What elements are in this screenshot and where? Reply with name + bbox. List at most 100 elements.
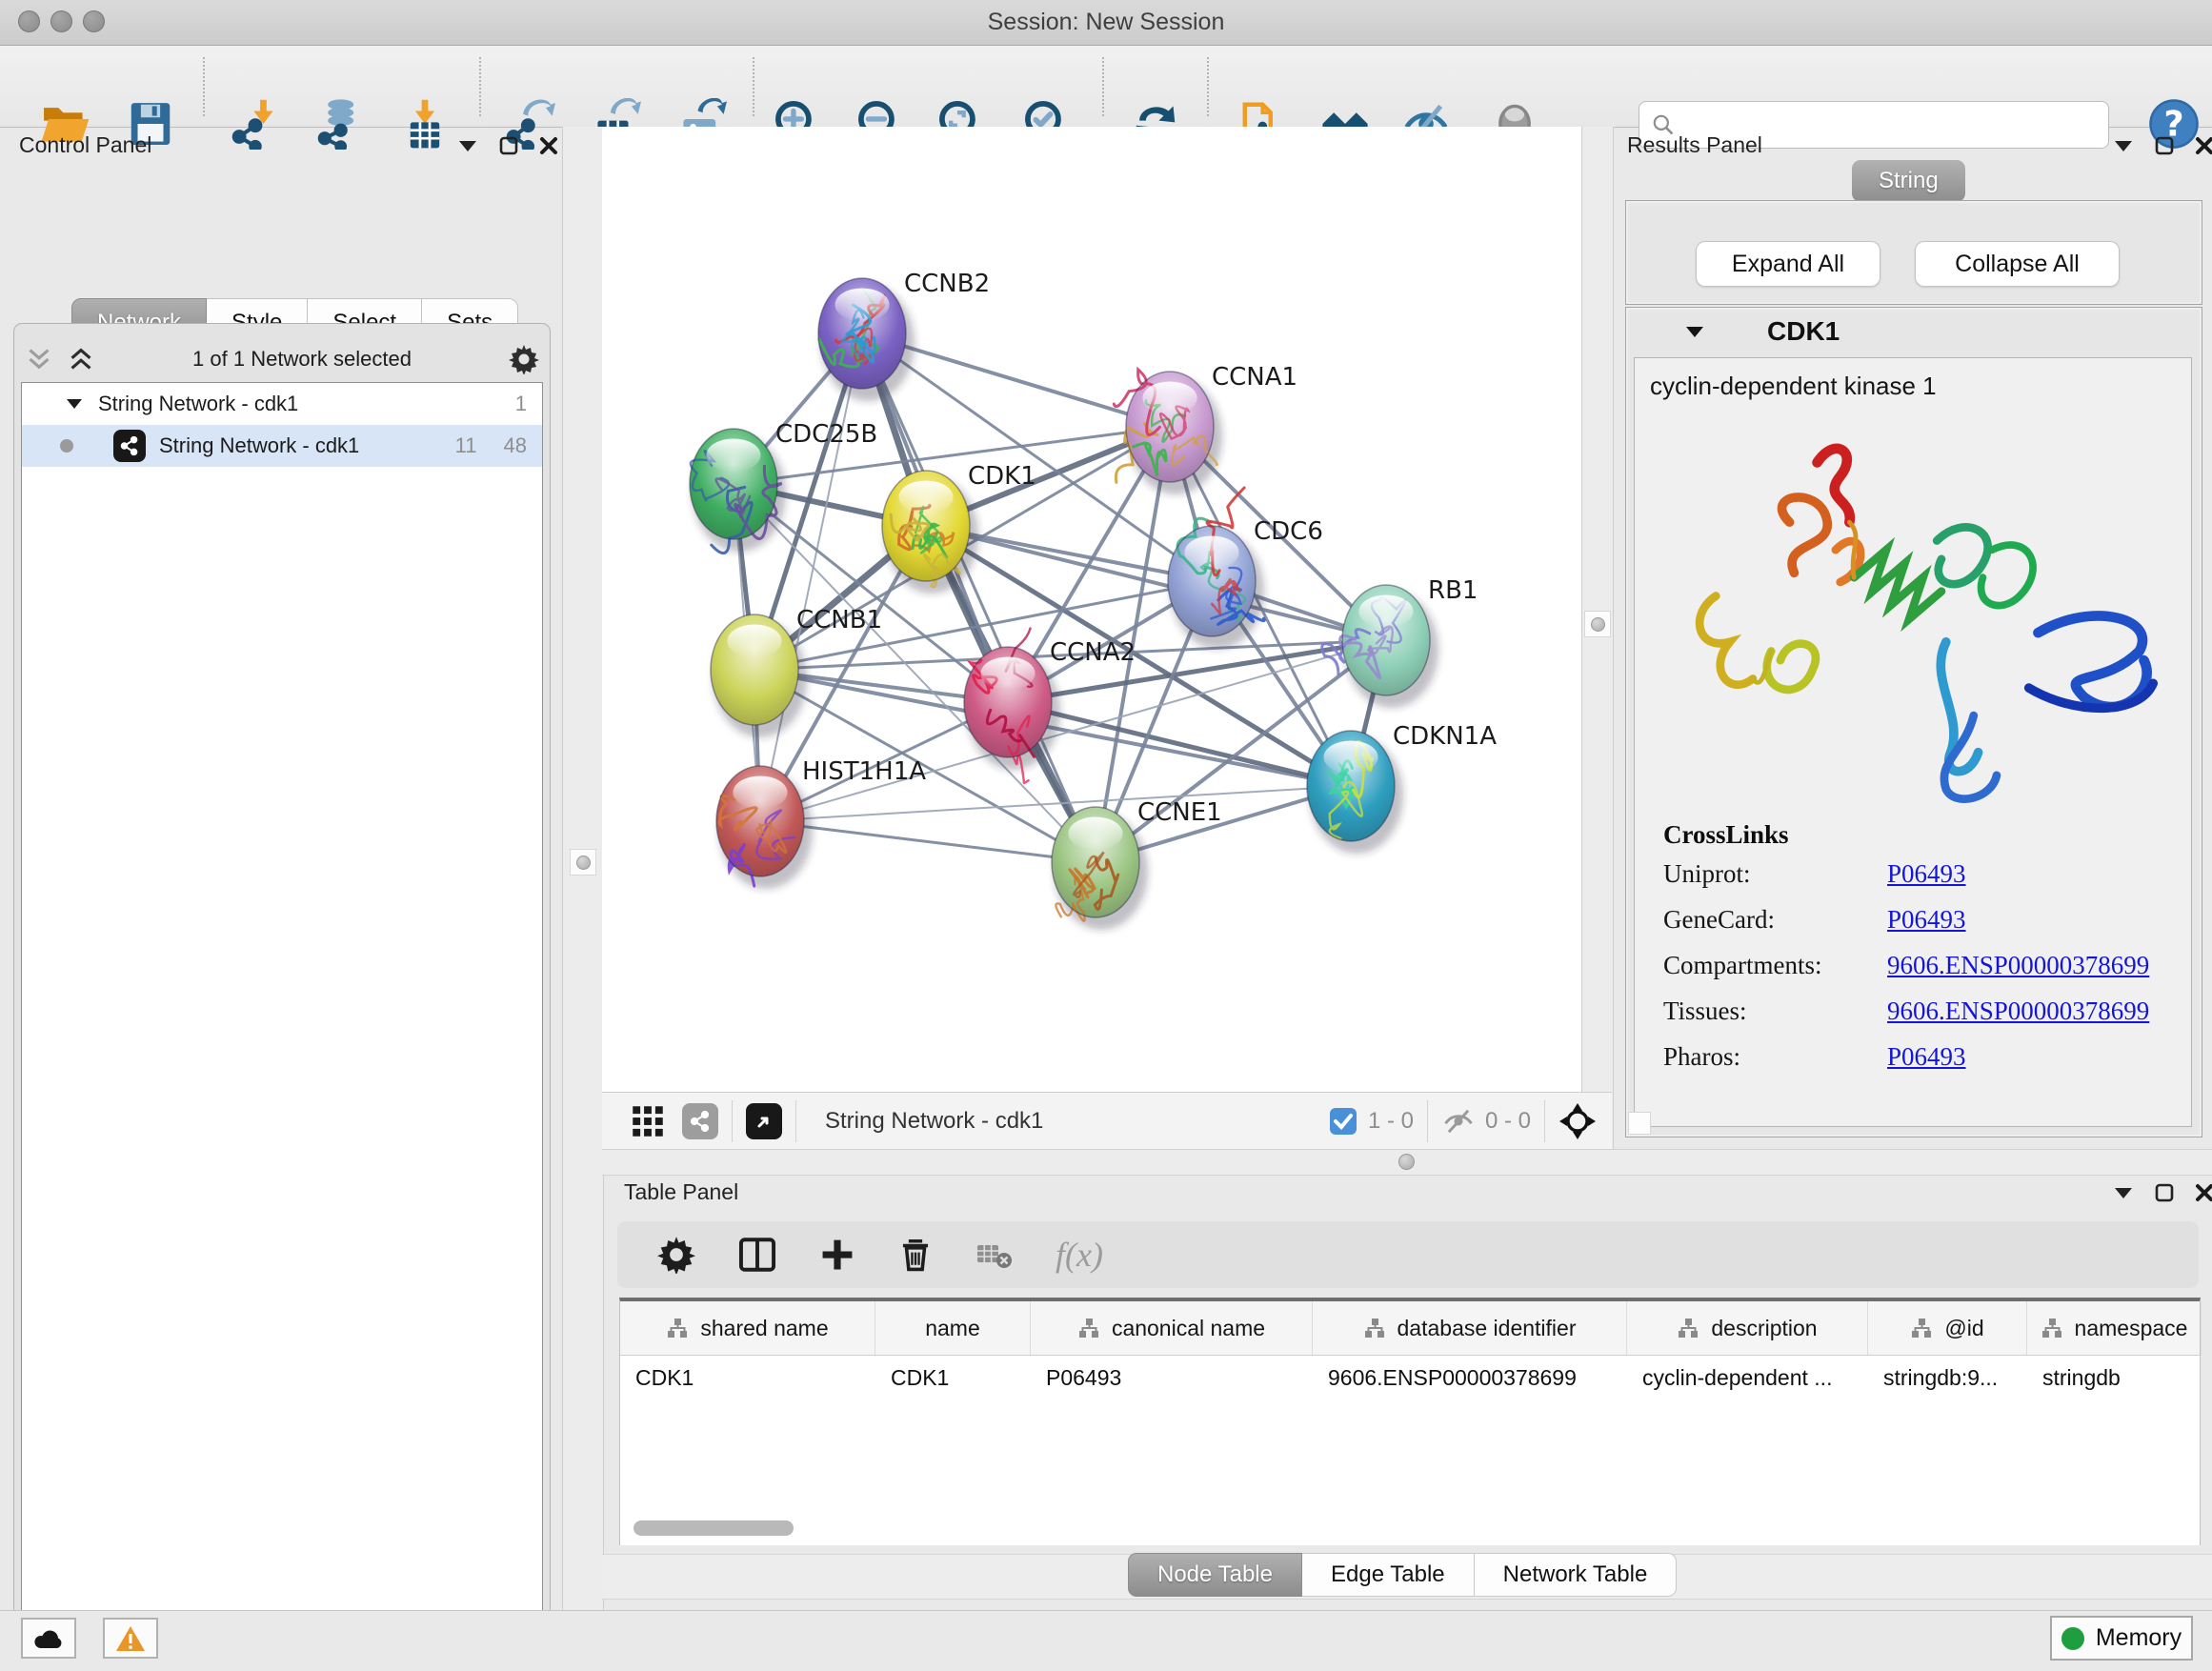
network-node-CCNB1[interactable]: CCNB1 [711,606,882,737]
right-splitter-handle[interactable] [1584,611,1611,637]
table-cell[interactable]: stringdb [2027,1365,2202,1391]
crosslink-link[interactable]: 9606.ENSP00000378699 [1887,997,2149,1026]
crosslink-label: Uniprot: [1663,859,1887,889]
tab-edge-table[interactable]: Edge Table [1302,1553,1475,1597]
warnings-status-button[interactable] [103,1618,158,1659]
network-node-HIST1H1A[interactable]: HIST1H1A [716,757,926,889]
float-panel-icon[interactable] [2155,1183,2174,1202]
results-entry-box: CDK1 cyclin-dependent kinase 1 [1625,307,2202,1137]
close-panel-icon[interactable] [539,136,558,155]
expand-all-networks-icon[interactable] [67,347,95,372]
float-panel-icon[interactable] [499,136,518,155]
column-label: name [925,1316,980,1341]
table-panel-title: Table Panel [624,1179,738,1205]
crosslink-link[interactable]: P06493 [1887,1042,1966,1072]
column-header-name[interactable]: name [875,1301,1031,1355]
close-panel-icon[interactable] [2195,1183,2212,1202]
table-horizontal-scrollbar[interactable] [626,1520,2188,1538]
application-window: Session: New Session [0,0,2212,1671]
collection-expander-icon[interactable] [66,398,83,410]
table-cell[interactable]: CDK1 [875,1365,1031,1391]
delete-column-icon[interactable] [897,1237,934,1273]
network-node-RB1[interactable]: RB1 [1322,576,1478,708]
column-header-canonical-name[interactable]: canonical name [1031,1301,1313,1355]
float-panel-icon[interactable] [2155,136,2174,155]
tab-node-table[interactable]: Node Table [1128,1553,1302,1597]
crosslink-row: Compartments:9606.ENSP00000378699 [1663,951,2191,980]
column-header-database-identifier[interactable]: database identifier [1313,1301,1627,1355]
birdseye-navigator-icon[interactable] [1558,1102,1597,1140]
results-panel-title: Results Panel [1627,132,1762,158]
status-bar: Memory [0,1610,2212,1671]
column-label: @id [1944,1316,1983,1341]
left-splitter[interactable] [562,127,604,1610]
table-row[interactable]: CDK1CDK1P064939606.ENSP00000378699cyclin… [620,1356,2200,1399]
column-header-id[interactable]: @id [1868,1301,2027,1355]
network-view-canvas[interactable]: CCNB2CCNA1CDC25BCDK1CDC6RB1CCNB1CCNA2CDK… [602,127,1581,1092]
tab-network-table[interactable]: Network Table [1475,1553,1678,1597]
tab-string[interactable]: String [1852,160,1965,202]
network-node-CCNE1[interactable]: CCNE1 [1052,798,1222,930]
crosslink-label: Compartments: [1663,951,1887,980]
collection-count: 1 [515,392,527,416]
panel-menu-icon[interactable] [457,139,478,152]
table-options-gear-icon[interactable] [657,1236,695,1274]
network-share-view-icon[interactable] [682,1103,718,1139]
network-node-CCNA1[interactable]: CCNA1 [1114,363,1297,494]
warning-icon [115,1625,146,1652]
hidden-elements-eye-icon[interactable] [1441,1107,1476,1136]
horizontal-splitter-handle[interactable] [1398,1154,1415,1170]
collapse-all-button[interactable]: Collapse All [1915,241,2120,287]
show-columns-icon[interactable] [737,1235,777,1275]
protein-structure-image [1642,405,2185,815]
table-cell[interactable]: CDK1 [620,1365,875,1391]
memory-button[interactable]: Memory [2050,1616,2193,1661]
scrollbar-thumb[interactable] [633,1520,794,1536]
crosslink-row: Pharos:P06493 [1663,1042,2191,1072]
network-node-CCNB2[interactable]: CCNB2 [818,270,990,401]
crosslinks-title: CrossLinks [1663,820,2191,850]
node-label: CDKN1A [1393,722,1497,751]
crosslink-link[interactable]: P06493 [1887,859,1966,889]
entry-gene-name: CDK1 [1767,316,1840,347]
table-cell[interactable]: stringdb:9... [1868,1365,2027,1391]
grid-view-icon[interactable] [631,1104,665,1138]
entry-header[interactable]: CDK1 [1626,308,2202,355]
left-splitter-handle[interactable] [570,849,596,876]
table-cell[interactable]: P06493 [1031,1365,1313,1391]
node-label: CCNA2 [1050,638,1136,667]
collapse-all-networks-icon[interactable] [25,347,53,372]
network-tree: String Network - cdk1 1 String Network -… [21,382,543,1671]
crosslink-link[interactable]: P06493 [1887,905,1966,935]
column-header-description[interactable]: description [1627,1301,1868,1355]
panel-menu-icon[interactable] [2113,1186,2134,1199]
memory-status-dot [2061,1627,2084,1650]
selected-nodes-checkbox-icon[interactable] [1328,1106,1358,1137]
network-node-CDKN1A[interactable]: CDKN1A [1307,722,1497,854]
column-header-shared-name[interactable]: shared name [620,1301,875,1355]
network-node-CDK1[interactable]: CDK1 [882,462,1036,594]
network-row[interactable]: String Network - cdk1 11 48 [22,425,542,467]
entry-expander-icon[interactable] [1685,326,1704,338]
crosslink-link[interactable]: 9606.ENSP00000378699 [1887,951,2149,980]
results-panel: Results Panel String Expand All Collapse… [1612,127,2212,1149]
network-view-toolbar: String Network - cdk1 1 - 0 0 - 0 [602,1092,1612,1151]
right-splitter[interactable] [1581,127,1614,1149]
network-type-icon [113,430,146,462]
panel-menu-icon[interactable] [2113,139,2134,152]
cloud-status-button[interactable] [21,1618,76,1659]
network-collection-row[interactable]: String Network - cdk1 1 [22,383,542,425]
table-cell[interactable]: cyclin-dependent ... [1627,1365,1868,1391]
network-selection-header: 1 of 1 Network selected [25,338,539,380]
network-node-CDC25B[interactable]: CDC25B [690,420,877,554]
network-options-gear-icon[interactable] [509,344,539,374]
column-header-namespace[interactable]: namespace [2027,1301,2202,1355]
add-column-icon[interactable] [819,1237,855,1273]
horizontal-splitter[interactable] [602,1149,2212,1176]
expand-all-button[interactable]: Expand All [1696,241,1880,287]
detach-view-icon[interactable] [746,1103,782,1139]
close-panel-icon[interactable] [2195,136,2212,155]
crosslink-row: Uniprot:P06493 [1663,859,2191,889]
network-graph[interactable]: CCNB2CCNA1CDC25BCDK1CDC6RB1CCNB1CCNA2CDK… [602,127,1581,1092]
table-cell[interactable]: 9606.ENSP00000378699 [1313,1365,1627,1391]
